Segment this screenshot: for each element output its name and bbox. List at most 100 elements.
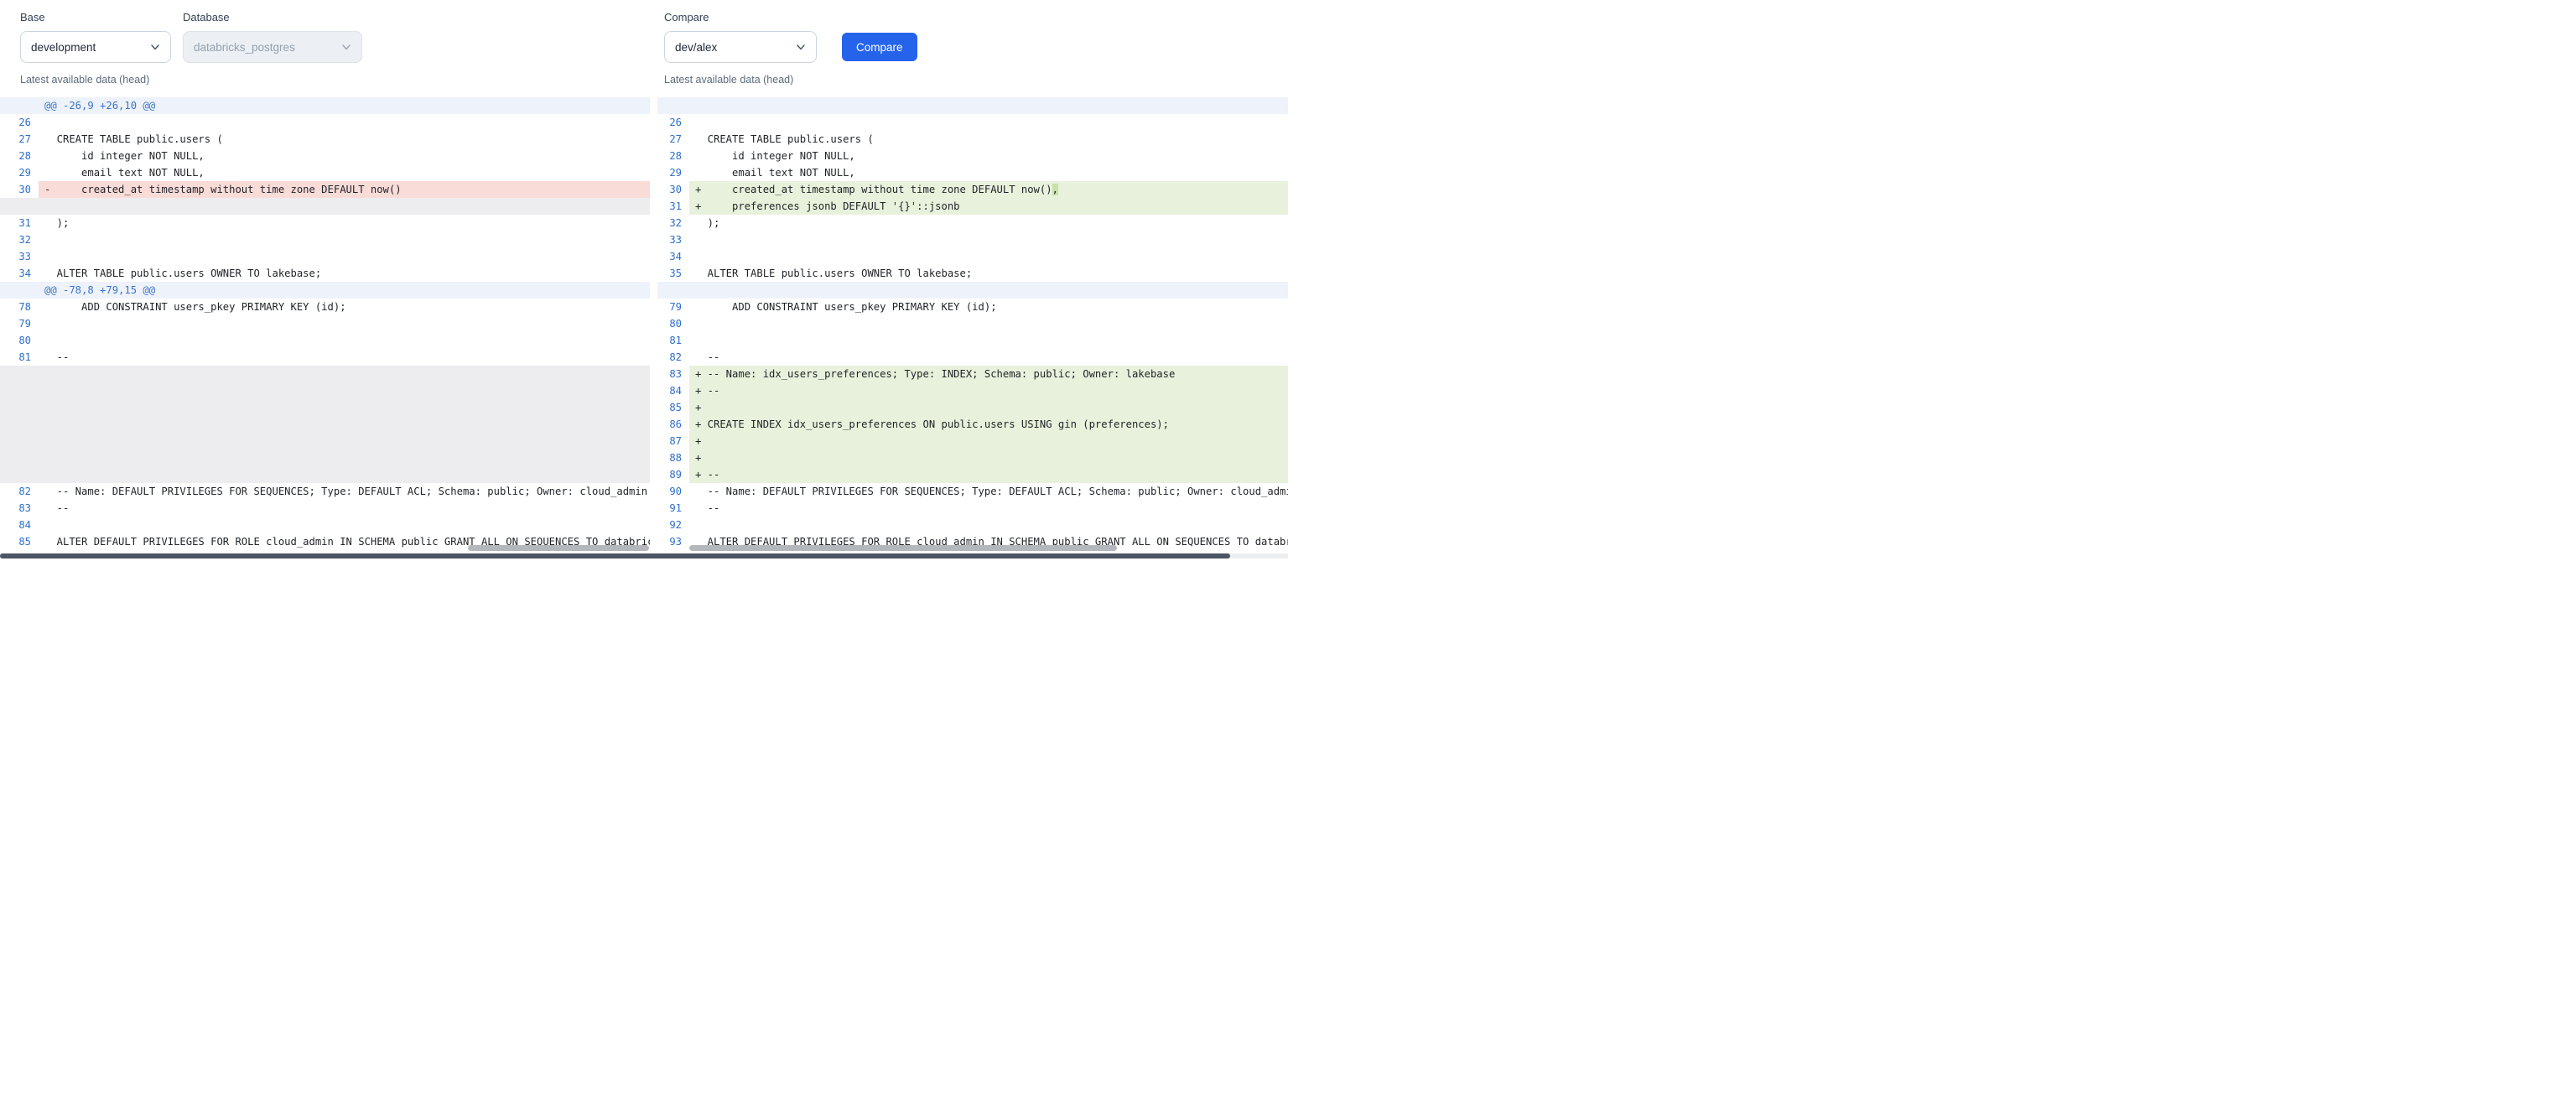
base-branch-select[interactable]: development: [20, 31, 171, 63]
diff-row: 86+ CREATE INDEX idx_users_preferences O…: [657, 416, 1288, 433]
code-line: [39, 315, 650, 332]
diff-row: 81 --: [0, 349, 650, 366]
line-number: 93: [657, 533, 689, 550]
diff-row: 90 -- Name: DEFAULT PRIVILEGES FOR SEQUE…: [657, 483, 1288, 500]
line-number: [0, 382, 39, 399]
line-number: 90: [657, 483, 689, 500]
database-value: databricks_postgres: [194, 41, 295, 54]
line-number: 26: [657, 114, 689, 131]
line-number: 33: [657, 231, 689, 248]
code-line: [39, 517, 650, 533]
line-number: 82: [0, 483, 39, 500]
line-number: 84: [657, 382, 689, 399]
code-line: --: [39, 500, 650, 517]
line-number: 87: [657, 433, 689, 449]
diff-row: 31 );: [0, 215, 650, 231]
line-number: 35: [657, 265, 689, 282]
line-number: 78: [0, 299, 39, 315]
code-line: [689, 248, 1288, 265]
base-branch-value: development: [31, 41, 96, 54]
diff-row: 84+ --: [657, 382, 1288, 399]
code-line: email text NOT NULL,: [689, 164, 1288, 181]
code-line: [39, 366, 650, 382]
line-number: 89: [657, 466, 689, 483]
diff-row: 80: [0, 332, 650, 349]
code-line: @@ -78,8 +79,15 @@: [39, 282, 650, 299]
code-line: [689, 231, 1288, 248]
diff-pane-base: @@ -26,9 +26,10 @@2627 CREATE TABLE publ…: [0, 97, 650, 550]
line-number: [0, 466, 39, 483]
line-number: 84: [0, 517, 39, 533]
line-number: 27: [0, 131, 39, 148]
line-number: 82: [657, 349, 689, 366]
code-line: [39, 231, 650, 248]
diff-row: 30- created_at timestamp without time zo…: [0, 181, 650, 198]
diff-row: 87+: [657, 433, 1288, 449]
diff-row: 29 email text NOT NULL,: [657, 164, 1288, 181]
code-line: +: [689, 433, 1288, 449]
code-line: [689, 282, 1288, 299]
code-line: [39, 399, 650, 416]
diff-row: 85+: [657, 399, 1288, 416]
right-pane-hscrollbar-thumb[interactable]: [689, 545, 1117, 551]
line-number: 85: [0, 533, 39, 550]
line-number: 34: [657, 248, 689, 265]
compare-branch-select[interactable]: dev/alex: [664, 31, 817, 63]
diff-row: @@ -78,8 +79,15 @@: [0, 282, 650, 299]
code-line: +: [689, 399, 1288, 416]
diff-row: 82 --: [657, 349, 1288, 366]
diff-row: 84: [0, 517, 650, 533]
compare-button[interactable]: Compare: [842, 33, 917, 61]
base-branch-group: Base development Latest available data (…: [20, 11, 171, 86]
line-number: 86: [657, 416, 689, 433]
line-number: 80: [0, 332, 39, 349]
diff-row: [0, 366, 650, 382]
line-number: 31: [0, 215, 39, 231]
code-line: + created_at timestamp without time zone…: [689, 181, 1288, 198]
diff-row: [0, 416, 650, 433]
line-number: [0, 282, 39, 299]
line-number: 32: [657, 215, 689, 231]
line-number: 81: [0, 349, 39, 366]
diff-row: @@ -26,9 +26,10 @@: [0, 97, 650, 114]
code-line: [689, 332, 1288, 349]
code-line: [39, 198, 650, 215]
diff-row: [0, 198, 650, 215]
line-number: 33: [0, 248, 39, 265]
diff-row: 91 --: [657, 500, 1288, 517]
code-line: id integer NOT NULL,: [689, 148, 1288, 164]
page-hscrollbar-thumb[interactable]: [0, 553, 1230, 558]
code-line: -- Name: DEFAULT PRIVILEGES FOR SEQUENCE…: [39, 483, 650, 500]
line-number: 83: [0, 500, 39, 517]
code-line: @@ -26,9 +26,10 @@: [39, 97, 650, 114]
compare-subtitle: Latest available data (head): [664, 74, 917, 86]
diff-row: [0, 382, 650, 399]
diff-row: 31+ preferences jsonb DEFAULT '{}'::json…: [657, 198, 1288, 215]
left-pane-hscrollbar-thumb[interactable]: [468, 545, 649, 551]
code-line: );: [689, 215, 1288, 231]
code-line: [39, 332, 650, 349]
code-line: CREATE TABLE public.users (: [39, 131, 650, 148]
diff-row: 34 ALTER TABLE public.users OWNER TO lak…: [0, 265, 650, 282]
line-number: 29: [657, 164, 689, 181]
code-line: [39, 114, 650, 131]
line-number: 34: [0, 265, 39, 282]
code-line: + --: [689, 382, 1288, 399]
line-number: [0, 416, 39, 433]
diff-row: 28 id integer NOT NULL,: [657, 148, 1288, 164]
diff-row: 83+ -- Name: idx_users_preferences; Type…: [657, 366, 1288, 382]
line-number: 83: [657, 366, 689, 382]
line-number: 80: [657, 315, 689, 332]
database-select[interactable]: databricks_postgres: [183, 31, 362, 63]
code-line: email text NOT NULL,: [39, 164, 650, 181]
diff-row: [0, 433, 650, 449]
diff-pane-compare: 2627 CREATE TABLE public.users (28 id in…: [657, 97, 1288, 550]
line-number: 26: [0, 114, 39, 131]
line-number: 79: [0, 315, 39, 332]
diff-row: 89+ --: [657, 466, 1288, 483]
diff-row: 81: [657, 332, 1288, 349]
diff-row: [657, 97, 1288, 114]
line-number: 30: [657, 181, 689, 198]
base-subtitle: Latest available data (head): [20, 74, 171, 86]
diff-row: [0, 449, 650, 466]
